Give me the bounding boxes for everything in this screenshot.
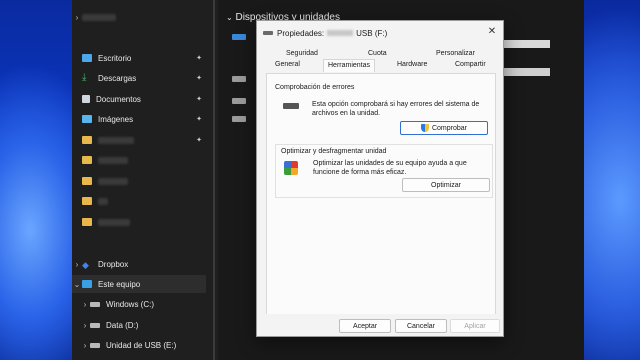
dialog-footer: Aceptar Cancelar Aplicar — [257, 314, 503, 336]
nav-label: Unidad de USB (E:) — [106, 340, 177, 350]
check-button-label: Comprobar — [431, 124, 467, 132]
nav-item-drive-c[interactable]: › Windows (C:) — [72, 295, 206, 313]
nav-item-this-pc[interactable]: ⌄ Este equipo — [72, 275, 206, 293]
tab-sharing[interactable]: Compartir — [455, 60, 486, 70]
usb-drive-icon — [90, 342, 100, 348]
pin-icon: ✦ — [196, 75, 202, 82]
defragment-icon — [284, 161, 298, 175]
optimize-group: Optimizar y desfragmentar unidad Optimiz… — [275, 144, 493, 198]
check-button[interactable]: Comprobar — [400, 121, 488, 135]
apply-button[interactable]: Aplicar — [450, 319, 500, 333]
nav-label: Data (D:) — [106, 320, 139, 330]
drive-tile-icon[interactable] — [232, 76, 246, 82]
nav-item-blurred-top[interactable]: › — [72, 8, 206, 26]
blurred-label — [98, 197, 108, 205]
drive-icon — [90, 301, 100, 307]
properties-dialog: Propiedades: USB (F:) ✕ Seguridad Cuota … — [256, 20, 504, 337]
error-check-group: Comprobación de errores Esta opción comp… — [275, 81, 491, 137]
shield-icon — [420, 124, 429, 132]
desktop-icon — [82, 54, 92, 62]
folder-icon — [82, 218, 92, 226]
navigation-pane: › Escritorio ✦ ⤓ Descargas ✦ Documentos … — [72, 0, 219, 360]
cancel-button[interactable]: Cancelar — [395, 319, 447, 333]
folder-icon — [82, 177, 92, 185]
chevron-right-icon[interactable]: › — [80, 300, 90, 309]
nav-label: Documentos — [96, 94, 141, 104]
tab-customize[interactable]: Personalizar — [436, 49, 475, 59]
nav-item-folder[interactable] — [72, 192, 206, 210]
tab-quota[interactable]: Cuota — [368, 49, 387, 59]
pin-icon: ✦ — [196, 96, 202, 103]
nav-label: Escritorio — [98, 53, 132, 63]
nav-item-folder[interactable] — [72, 172, 206, 190]
drive-tile-icon[interactable] — [232, 98, 246, 104]
chevron-down-icon: ⌄ — [226, 13, 233, 22]
nav-item-dropbox[interactable]: › ◆ Dropbox — [72, 255, 206, 273]
drive-icon — [90, 322, 100, 328]
nav-label: Descargas — [98, 73, 137, 83]
nav-item-folder[interactable] — [72, 151, 206, 169]
pin-icon: ✦ — [196, 116, 202, 123]
chevron-right-icon[interactable]: › — [72, 260, 82, 269]
optimize-button[interactable]: Optimizar — [402, 178, 490, 192]
drive-tile-icon[interactable] — [232, 34, 246, 40]
nav-label: Dropbox — [98, 259, 129, 269]
optimize-description: Optimizar las unidades de su equipo ayud… — [313, 160, 467, 176]
tab-security[interactable]: Seguridad — [286, 49, 318, 59]
accept-button[interactable]: Aceptar — [339, 319, 391, 333]
blurred-label — [98, 136, 134, 144]
documents-icon — [82, 95, 90, 103]
folder-icon — [82, 197, 92, 205]
nav-scrollbar[interactable] — [213, 0, 215, 360]
blurred-label — [82, 13, 116, 21]
drive-icon — [283, 103, 299, 109]
nav-label: Imágenes — [98, 114, 134, 124]
dialog-title-suffix: USB (F:) — [356, 28, 388, 38]
optimize-title: Optimizar y desfragmentar unidad — [281, 148, 387, 155]
pin-icon: ✦ — [196, 55, 202, 62]
dialog-title: Propiedades: USB (F:) — [263, 27, 387, 39]
nav-item-pictures[interactable]: Imágenes ✦ — [72, 110, 206, 128]
error-check-title: Comprobación de errores — [275, 84, 355, 91]
nav-item-drive-d[interactable]: › Data (D:) — [72, 316, 206, 334]
nav-label: Este equipo — [98, 279, 141, 289]
nav-item-downloads[interactable]: ⤓ Descargas ✦ — [72, 69, 206, 87]
chevron-right-icon[interactable]: › — [80, 321, 90, 330]
chevron-down-icon[interactable]: ⌄ — [72, 280, 82, 289]
nav-item-drive-e[interactable]: › Unidad de USB (E:) — [72, 336, 206, 354]
download-icon: ⤓ — [82, 72, 87, 83]
folder-icon — [82, 136, 92, 144]
nav-item-folder[interactable] — [72, 213, 206, 231]
folder-icon — [82, 156, 92, 164]
close-button[interactable]: ✕ — [485, 24, 499, 38]
drive-usage-bar — [502, 40, 550, 48]
tools-tab-panel: Comprobación de errores Esta opción comp… — [266, 73, 496, 331]
dialog-title-prefix: Propiedades: — [277, 28, 325, 38]
tab-hardware[interactable]: Hardware — [397, 60, 427, 70]
drive-icon — [263, 31, 273, 35]
error-check-description: Esta opción comprobará si hay errores de… — [312, 101, 480, 117]
dropbox-icon: ◆ — [82, 260, 89, 270]
chevron-right-icon[interactable]: › — [80, 341, 90, 350]
drive-tile-icon[interactable] — [232, 116, 246, 122]
computer-icon — [82, 280, 92, 288]
nav-item-documents[interactable]: Documentos ✦ — [72, 90, 206, 108]
nav-item-folder[interactable]: ✦ — [72, 131, 206, 149]
chevron-right-icon[interactable]: › — [72, 13, 82, 22]
blurred-label — [98, 156, 128, 164]
blurred-label — [98, 177, 128, 185]
pictures-icon — [82, 115, 92, 123]
nav-label: Windows (C:) — [106, 299, 155, 309]
nav-item-desktop[interactable]: Escritorio ✦ — [72, 49, 206, 67]
tab-general[interactable]: General — [275, 60, 300, 70]
blurred-label — [327, 30, 354, 36]
blurred-label — [98, 218, 130, 226]
tab-tools[interactable]: Herramientas — [323, 59, 376, 72]
pin-icon: ✦ — [196, 137, 202, 144]
drive-usage-bar — [502, 68, 550, 76]
